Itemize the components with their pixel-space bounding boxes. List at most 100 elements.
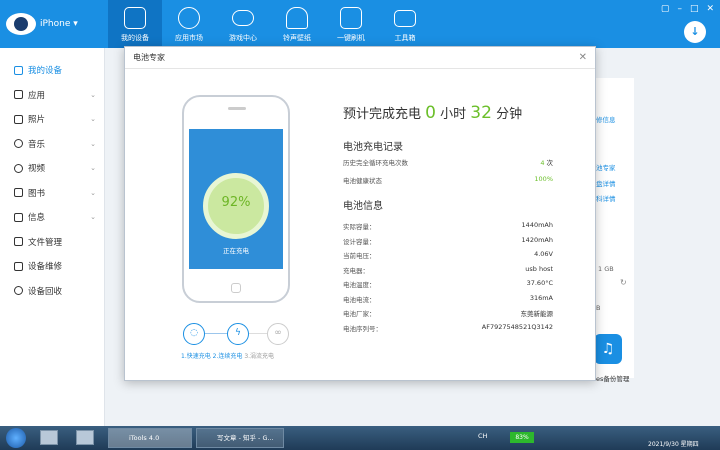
device-selector[interactable]: iPhone ▾ [6, 8, 106, 40]
clock-date[interactable]: 2021/9/30 星期四 [648, 439, 699, 448]
minimize-icon[interactable]: – [677, 4, 682, 14]
ime-indicator[interactable]: CH [478, 432, 487, 440]
sidebar-item-photos[interactable]: 照片 ⌄ [0, 107, 104, 132]
chevron-down-icon: ⌄ [90, 213, 96, 221]
dialog-title-bar: 电池专家 ✕ [125, 47, 595, 69]
phone-illustration: 92% 正在充电 [182, 95, 290, 303]
record-row: 历史完全循环充电次数 4次 [343, 157, 553, 171]
fast-charge-icon: ◌ [183, 323, 205, 345]
battery-expert-link[interactable]: 池专家 [596, 162, 616, 172]
info-row: 电池温度： 37.60°C [343, 279, 553, 293]
nav-label: 一键刷机 [337, 34, 365, 42]
desktop-icon[interactable] [40, 430, 58, 445]
device-name[interactable]: iPhone ▾ [40, 19, 78, 29]
info-row: 电池电流： 316mA [343, 294, 553, 308]
mode-connector [205, 333, 227, 334]
backup-label[interactable]: es备份管理 [596, 373, 629, 383]
sidebar-item-label: 图书 [28, 188, 46, 199]
sidebar-item-music[interactable]: 音乐 ⌄ [0, 132, 104, 157]
music-icon [14, 139, 23, 149]
top-toolbar: iPhone ▾ 我的设备 应用市场 游戏中心 铃声壁纸 一键刷机 工具箱 ▢ … [0, 0, 720, 48]
explorer-icon[interactable] [76, 430, 94, 445]
info-link[interactable]: 修信息 [596, 114, 616, 124]
sidebar-item-recycle[interactable]: 设备回收 [0, 279, 104, 304]
sidebar-item-files[interactable]: 文件管理 [0, 230, 104, 255]
eta-hours: 0 [425, 103, 436, 123]
nav-label: 铃声壁纸 [283, 34, 311, 42]
task-itools[interactable]: iTools 4.0 [108, 428, 192, 448]
close-icon[interactable]: ✕ [706, 4, 714, 14]
battery-level-ring: 92% [203, 173, 269, 239]
maximize-icon[interactable]: □ [690, 4, 699, 14]
apps-icon [178, 7, 200, 29]
info-value: 1440mAh [521, 221, 553, 229]
chevron-down-icon: ⌄ [90, 188, 96, 197]
book-icon [14, 188, 23, 198]
info-label: 电池温度： [343, 281, 376, 289]
dialog-title: 电池专家 [133, 53, 165, 62]
taskbar: iTools 4.0 写文章 - 知乎 - G... [0, 426, 720, 450]
sidebar-item-label: 设备回收 [28, 286, 63, 297]
info-label: 实际容量： [343, 223, 376, 231]
battery-expert-dialog: 电池专家 ✕ 92% 正在充电 ◌ ϟ ∞ 1.快速充电 2.连续充电 3.涓流… [124, 46, 596, 381]
record-row: 电池健康状态 100% [343, 175, 553, 189]
mode-connector [249, 333, 267, 334]
phone-icon [124, 7, 146, 29]
eta-prefix: 预计完成充电 [343, 107, 422, 122]
sidebar-item-label: 音乐 [28, 139, 46, 150]
sidebar-item-my-device[interactable]: 我的设备 [0, 58, 104, 83]
info-row: 当前电压： 4.06V [343, 250, 553, 264]
nav-toolbox[interactable]: 工具箱 [378, 0, 432, 48]
mode-label-trickle: 3.涓流充电 [244, 353, 275, 360]
nav-game-center[interactable]: 游戏中心 [216, 0, 270, 48]
skin-icon[interactable]: ▢ [661, 4, 670, 14]
record-label: 电池健康状态 [343, 177, 382, 185]
nav-label: 应用市场 [175, 34, 203, 42]
phone-speaker [228, 107, 246, 110]
lightning-icon: ϟ [227, 323, 249, 345]
folder-icon [14, 237, 23, 247]
info-value: 1420mAh [521, 236, 553, 244]
sidebar-item-books[interactable]: 图书 ⌄ [0, 181, 104, 206]
info-value: 东莞新能源 [520, 310, 554, 318]
task-browser[interactable]: 写文章 - 知乎 - G... [196, 428, 284, 448]
info-label: 当前电压： [343, 252, 376, 260]
sidebar-item-label: 应用 [28, 90, 46, 101]
nav-my-device[interactable]: 我的设备 [108, 0, 162, 48]
info-row: 电池序列号： AF7927548521Q3142 [343, 323, 553, 337]
disk-detail-link[interactable]: 盘详情 [596, 178, 616, 188]
sidebar-item-messages[interactable]: 信息 ⌄ [0, 205, 104, 230]
nav-app-market[interactable]: 应用市场 [162, 0, 216, 48]
info-row: 电池厂家： 东莞新能源 [343, 308, 553, 322]
message-icon [14, 212, 23, 222]
refresh-icon[interactable]: ↻ [620, 278, 627, 287]
health-value: 100% [534, 175, 553, 183]
close-icon[interactable]: ✕ [579, 47, 587, 69]
sidebar-item-label: 设备维修 [28, 262, 63, 273]
sidebar-item-apps[interactable]: 应用 ⌄ [0, 83, 104, 108]
bell-icon [286, 7, 308, 29]
info-value: 37.60°C [526, 279, 553, 287]
nav-ringtones[interactable]: 铃声壁纸 [270, 0, 324, 48]
record-value: 4次 [540, 157, 553, 167]
nav-flash[interactable]: 一键刷机 [324, 0, 378, 48]
sidebar-item-repair[interactable]: 设备维修 [0, 254, 104, 279]
sidebar-item-video[interactable]: 视频 ⌄ [0, 156, 104, 181]
info-value: AF7927548521Q3142 [481, 323, 553, 331]
info-value: usb host [525, 265, 553, 273]
mode-labels: 1.快速充电 2.连续充电 3.涓流充电 [181, 351, 274, 360]
main-nav: 我的设备 应用市场 游戏中心 铃声壁纸 一键刷机 工具箱 [108, 0, 432, 48]
start-button[interactable] [6, 428, 26, 448]
detail-link[interactable]: 科详情 [596, 193, 616, 203]
music-backup-icon[interactable]: ♫ [594, 334, 622, 364]
sidebar-item-label: 视频 [28, 164, 46, 175]
download-icon[interactable]: ↓ [684, 21, 706, 43]
battery-tray[interactable]: 83% [510, 432, 534, 443]
sidebar-item-label: 信息 [28, 213, 46, 224]
eta-hours-unit: 小时 [440, 107, 467, 122]
eta-minutes: 32 [470, 103, 492, 123]
info-label: 设计容量： [343, 238, 376, 246]
battery-percent: 92% [221, 195, 251, 210]
sidebar-item-label: 文件管理 [28, 237, 63, 248]
toolbox-icon [394, 10, 416, 27]
